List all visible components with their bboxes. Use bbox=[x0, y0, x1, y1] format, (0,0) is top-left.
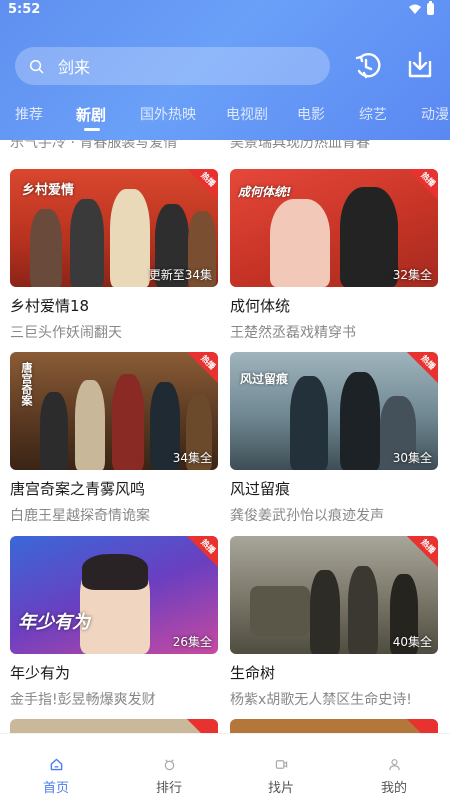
episode-count: 40集全 bbox=[392, 635, 432, 649]
drama-card[interactable] bbox=[230, 719, 438, 733]
episode-count: 30集全 bbox=[392, 451, 432, 465]
drama-card[interactable]: 唐宫奇案 热播 34集全 唐宫奇案之青雾风鸣 白鹿王星越探奇情诡案 bbox=[10, 352, 218, 525]
card-subtitle: 金手指!彭昱畅爆爽发财 bbox=[10, 692, 156, 708]
profile-icon bbox=[388, 759, 400, 771]
tab-new-drama[interactable]: 新剧 bbox=[76, 104, 106, 125]
poster-image: 年少有为 热播 26集全 bbox=[10, 536, 218, 654]
tab-anime[interactable]: 动漫 bbox=[421, 104, 449, 124]
episode-count: 34集全 bbox=[172, 451, 212, 465]
partial-subtitle-left: 乐气手冷 · 青春服装写爱情 bbox=[10, 140, 178, 151]
nav-label: 排行 bbox=[155, 781, 182, 796]
card-title: 乡村爱情18 bbox=[10, 297, 90, 315]
bottom-navigation: 首页 排行 找片 我的 bbox=[0, 733, 450, 800]
status-time: 5:52 bbox=[8, 2, 41, 17]
card-subtitle: 三巨头作妖闹翻天 bbox=[10, 325, 122, 341]
history-icon[interactable] bbox=[352, 49, 384, 81]
category-tabs: 推荐 新剧 国外热映 电视剧 电影 综艺 动漫 bbox=[0, 100, 450, 136]
hot-badge bbox=[180, 719, 218, 733]
nav-profile[interactable]: 我的 bbox=[364, 758, 424, 796]
card-title: 年少有为 bbox=[10, 664, 71, 682]
episode-count: 26集全 bbox=[172, 635, 212, 649]
drama-card[interactable]: 乡村爱情 热播 更新至34集 乡村爱情18 三巨头作妖闹翻天 bbox=[10, 169, 218, 342]
drama-card[interactable] bbox=[10, 719, 218, 733]
card-subtitle: 杨紫x胡歌无人禁区生命史诗! bbox=[230, 692, 412, 708]
episode-count: 更新至34集 bbox=[148, 268, 212, 282]
poster-title: 成何体统! bbox=[238, 185, 292, 199]
poster-title: 唐宫奇案 bbox=[20, 362, 33, 406]
nav-label: 我的 bbox=[380, 781, 407, 796]
ranking-icon bbox=[164, 759, 174, 771]
drama-card[interactable]: 热播 40集全 生命树 杨紫x胡歌无人禁区生命史诗! bbox=[230, 536, 438, 709]
poster-image bbox=[10, 719, 218, 733]
hot-badge: 热播 bbox=[400, 169, 438, 207]
download-icon[interactable] bbox=[404, 49, 436, 81]
wifi-icon bbox=[409, 4, 421, 14]
hot-badge: 热播 bbox=[400, 352, 438, 390]
hot-badge: 热播 bbox=[400, 536, 438, 574]
episode-count: 32集全 bbox=[392, 268, 432, 282]
card-subtitle: 王楚然丞磊戏精穿书 bbox=[230, 325, 356, 341]
drama-card[interactable]: 成何体统! 热播 32集全 成何体统 王楚然丞磊戏精穿书 bbox=[230, 169, 438, 342]
hot-badge bbox=[400, 719, 438, 733]
card-subtitle: 龚俊姜武孙怡以痕迹发声 bbox=[230, 508, 384, 524]
active-tab-indicator bbox=[84, 128, 100, 131]
search-input[interactable]: 剑来 bbox=[15, 47, 330, 85]
search-icon bbox=[29, 59, 44, 73]
content-grid: 乐气手冷 · 青春服装写爱情 吴景瑞具现历热血青春 乡村爱情 热播 更新至34集… bbox=[0, 140, 450, 733]
status-icons bbox=[409, 1, 434, 15]
poster-image: 成何体统! 热播 32集全 bbox=[230, 169, 438, 287]
poster-image: 唐宫奇案 热播 34集全 bbox=[10, 352, 218, 470]
poster-image: 乡村爱情 热播 更新至34集 bbox=[10, 169, 218, 287]
card-subtitle: 白鹿王星越探奇情诡案 bbox=[10, 508, 150, 524]
status-bar: 5:52 bbox=[0, 0, 450, 22]
tab-tv[interactable]: 电视剧 bbox=[226, 104, 268, 124]
nav-ranking[interactable]: 排行 bbox=[139, 758, 199, 796]
nav-home[interactable]: 首页 bbox=[26, 758, 86, 796]
battery-icon bbox=[427, 1, 434, 15]
poster-title: 年少有为 bbox=[18, 612, 90, 633]
poster-image bbox=[230, 719, 438, 733]
tab-movie[interactable]: 电影 bbox=[297, 104, 325, 124]
card-title: 风过留痕 bbox=[230, 480, 291, 498]
tab-foreign[interactable]: 国外热映 bbox=[140, 104, 196, 124]
poster-image: 风过留痕 热播 30集全 bbox=[230, 352, 438, 470]
hot-badge: 热播 bbox=[180, 352, 218, 390]
nav-label: 找片 bbox=[267, 781, 294, 796]
tab-variety[interactable]: 综艺 bbox=[359, 104, 387, 124]
tab-recommend[interactable]: 推荐 bbox=[15, 104, 43, 124]
header: 5:52 剑来 推荐 新剧 国外热映 电视剧 电影 综艺 动漫 bbox=[0, 0, 450, 140]
card-title: 生命树 bbox=[230, 664, 276, 682]
poster-image: 热播 40集全 bbox=[230, 536, 438, 654]
partial-subtitle-right: 吴景瑞具现历热血青春 bbox=[230, 140, 370, 151]
card-title: 唐宫奇案之青雾风鸣 bbox=[10, 480, 146, 498]
poster-title: 风过留痕 bbox=[240, 372, 289, 386]
search-query: 剑来 bbox=[58, 58, 91, 77]
card-title: 成何体统 bbox=[230, 297, 291, 315]
poster-title: 乡村爱情 bbox=[22, 183, 75, 198]
nav-find[interactable]: 找片 bbox=[251, 758, 311, 796]
drama-card[interactable]: 风过留痕 热播 30集全 风过留痕 龚俊姜武孙怡以痕迹发声 bbox=[230, 352, 438, 525]
drama-card[interactable]: 年少有为 热播 26集全 年少有为 金手指!彭昱畅爆爽发财 bbox=[10, 536, 218, 709]
find-video-icon bbox=[275, 760, 287, 769]
home-icon bbox=[50, 758, 62, 771]
nav-label: 首页 bbox=[42, 781, 69, 796]
hot-badge: 热播 bbox=[180, 169, 218, 207]
hot-badge: 热播 bbox=[180, 536, 218, 574]
